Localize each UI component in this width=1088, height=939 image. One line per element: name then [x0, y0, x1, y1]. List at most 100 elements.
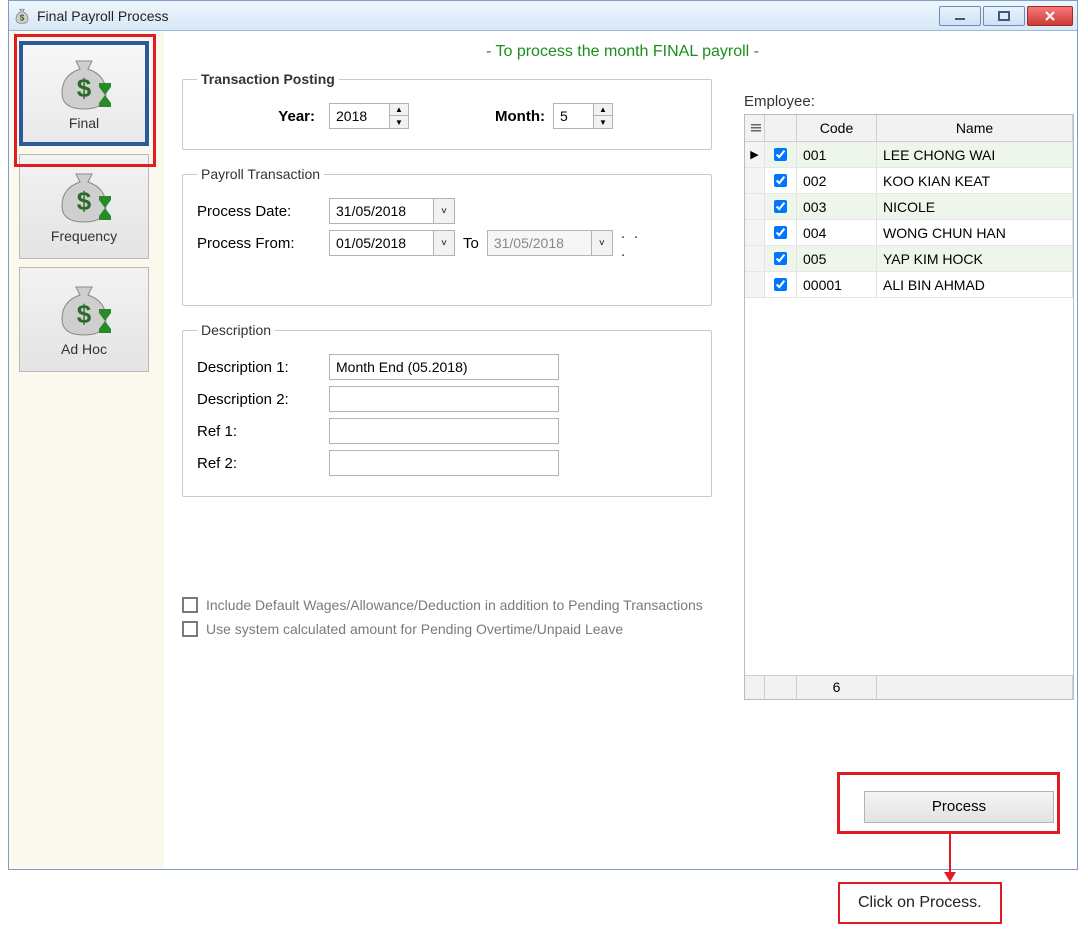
chevron-down-icon[interactable]: ˅ [433, 230, 455, 256]
callout-box: Click on Process. [838, 882, 1002, 924]
row-code: 001 [797, 142, 877, 167]
month-label: Month: [495, 108, 545, 125]
svg-text:$: $ [77, 186, 92, 216]
row-header [745, 168, 765, 193]
row-checkbox[interactable] [765, 194, 797, 219]
row-code: 002 [797, 168, 877, 193]
opt1-label: Include Default Wages/Allowance/Deductio… [206, 597, 703, 613]
table-row[interactable]: 004WONG CHUN HAN [745, 220, 1073, 246]
row-code: 005 [797, 246, 877, 271]
app-window: $ Final Payroll Process $ [8, 0, 1078, 870]
month-spinner[interactable]: ▲▼ [553, 103, 613, 129]
spin-up-icon[interactable]: ▲ [594, 104, 612, 116]
transaction-posting-group: Transaction Posting Year: ▲▼ Month: ▲▼ [182, 71, 712, 150]
table-row[interactable]: 003NICOLE [745, 194, 1073, 220]
group-legend: Payroll Transaction [197, 166, 324, 182]
row-checkbox[interactable] [765, 220, 797, 245]
table-row[interactable]: 002KOO KIAN KEAT [745, 168, 1073, 194]
description-group: Description Description 1: Description 2… [182, 322, 712, 497]
ref2-label: Ref 2: [197, 455, 315, 472]
row-name: YAP KIM HOCK [877, 246, 1073, 271]
svg-text:$: $ [77, 299, 92, 329]
svg-text:$: $ [20, 13, 25, 22]
titlebar: $ Final Payroll Process [9, 1, 1077, 31]
nav-adhoc[interactable]: $ Ad Hoc [19, 267, 149, 372]
nav-label: Final [69, 115, 99, 131]
row-header: ▶ [745, 142, 765, 167]
row-code: 00001 [797, 272, 877, 297]
row-checkbox[interactable] [765, 142, 797, 167]
window-title: Final Payroll Process [37, 8, 169, 24]
chevron-down-icon[interactable]: ˅ [591, 230, 613, 256]
process-from-picker[interactable]: ˅ [329, 230, 455, 256]
headline-text: - To process the month FINAL payroll - [182, 43, 1063, 61]
row-checkbox[interactable] [765, 168, 797, 193]
moneybag-icon: $ [54, 170, 114, 226]
row-header [745, 194, 765, 219]
row-code: 003 [797, 194, 877, 219]
minimize-button[interactable] [939, 6, 981, 26]
opt1-checkbox[interactable] [182, 597, 198, 613]
row-name: LEE CHONG WAI [877, 142, 1073, 167]
moneybag-icon: $ [54, 283, 114, 339]
row-header [745, 246, 765, 271]
process-to-input[interactable] [487, 230, 591, 256]
moneybag-icon: $ [54, 57, 114, 113]
process-button[interactable]: Process [864, 791, 1054, 823]
row-checkbox[interactable] [765, 272, 797, 297]
ref1-label: Ref 1: [197, 423, 315, 440]
row-header [745, 272, 765, 297]
year-label: Year: [197, 108, 315, 125]
desc2-input[interactable] [329, 386, 559, 412]
row-name: ALI BIN AHMAD [877, 272, 1073, 297]
spin-down-icon[interactable]: ▼ [594, 116, 612, 128]
nav-label: Frequency [51, 228, 117, 244]
maximize-button[interactable] [983, 6, 1025, 26]
close-button[interactable] [1027, 6, 1073, 26]
process-date-input[interactable] [329, 198, 433, 224]
process-from-input[interactable] [329, 230, 433, 256]
opt2-label: Use system calculated amount for Pending… [206, 621, 623, 637]
ref1-input[interactable] [329, 418, 559, 444]
row-name: NICOLE [877, 194, 1073, 219]
row-name: KOO KIAN KEAT [877, 168, 1073, 193]
desc2-label: Description 2: [197, 391, 315, 408]
chevron-down-icon[interactable]: ˅ [433, 198, 455, 224]
col-check-header[interactable] [765, 115, 797, 141]
to-label: To [463, 235, 479, 252]
spin-up-icon[interactable]: ▲ [390, 104, 408, 116]
employee-panel: Employee: Code Name ▶ 001LEE CHONG WAI002… [744, 93, 1074, 700]
more-button[interactable]: . . . [621, 231, 649, 255]
employee-count: 6 [797, 676, 877, 699]
nav-final[interactable]: $ Final [19, 41, 149, 146]
nav-frequency[interactable]: $ Frequency [19, 154, 149, 259]
moneybag-icon: $ [13, 7, 31, 25]
process-to-picker[interactable]: ˅ [487, 230, 613, 256]
process-from-label: Process From: [197, 235, 315, 252]
employee-grid: Code Name ▶ 001LEE CHONG WAI002KOO KIAN K… [744, 114, 1074, 700]
col-code-header[interactable]: Code [797, 115, 877, 141]
employee-label: Employee: [744, 93, 1074, 110]
row-code: 004 [797, 220, 877, 245]
payroll-transaction-group: Payroll Transaction Process Date: ˅ Proc… [182, 166, 712, 306]
year-spinner[interactable]: ▲▼ [329, 103, 409, 129]
process-date-picker[interactable]: ˅ [329, 198, 455, 224]
month-input[interactable] [553, 103, 593, 129]
desc1-label: Description 1: [197, 359, 315, 376]
opt2-checkbox[interactable] [182, 621, 198, 637]
table-row[interactable]: 005YAP KIM HOCK [745, 246, 1073, 272]
svg-text:$: $ [77, 73, 92, 103]
nav-label: Ad Hoc [61, 341, 107, 357]
ref2-input[interactable] [329, 450, 559, 476]
column-selector-icon[interactable] [745, 115, 765, 141]
spin-down-icon[interactable]: ▼ [390, 116, 408, 128]
row-checkbox[interactable] [765, 246, 797, 271]
desc1-input[interactable] [329, 354, 559, 380]
group-legend: Transaction Posting [197, 71, 339, 87]
table-row[interactable]: ▶ 001LEE CHONG WAI [745, 142, 1073, 168]
year-input[interactable] [329, 103, 389, 129]
col-name-header[interactable]: Name [877, 115, 1073, 141]
process-date-label: Process Date: [197, 203, 315, 220]
table-row[interactable]: 00001ALI BIN AHMAD [745, 272, 1073, 298]
sidebar: $ Final $ Frequency $ [9, 31, 164, 869]
